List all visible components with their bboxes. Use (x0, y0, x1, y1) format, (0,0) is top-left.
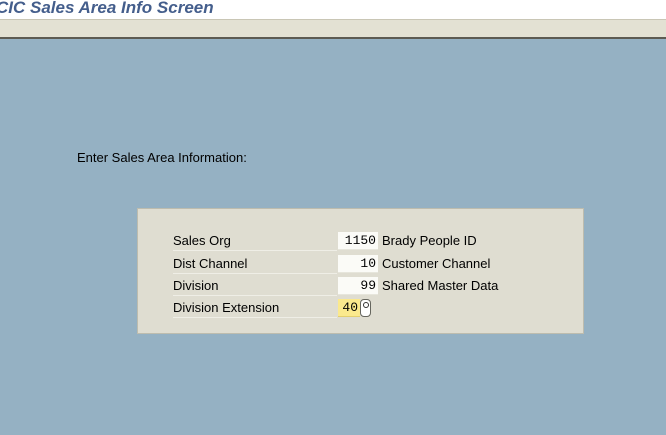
division-extension-label: Division Extension (173, 298, 337, 318)
division-extension-row: Division Extension 40 (138, 298, 583, 318)
dist-channel-description: Customer Channel (382, 256, 491, 271)
sales-area-panel: Sales Org 1150 Brady People ID Dist Chan… (137, 208, 584, 334)
dist-channel-row: Dist Channel 10 Customer Channel (138, 254, 583, 274)
title-bar: CIC Sales Area Info Screen (0, 0, 666, 19)
dist-channel-field[interactable]: 10 (338, 255, 378, 273)
application-toolbar (0, 19, 666, 39)
instruction-text: Enter Sales Area Information: (77, 150, 247, 165)
sales-org-label: Sales Org (173, 231, 337, 251)
division-field[interactable]: 99 (338, 277, 378, 295)
value-help-icon[interactable] (360, 299, 371, 317)
value-help-glyph-icon (363, 302, 369, 308)
sales-org-description: Brady People ID (382, 233, 477, 248)
division-row: Division 99 Shared Master Data (138, 276, 583, 296)
division-extension-field[interactable]: 40 (338, 299, 360, 317)
window-title: CIC Sales Area Info Screen (0, 0, 214, 17)
division-label: Division (173, 276, 337, 296)
sales-org-row: Sales Org 1150 Brady People ID (138, 231, 583, 251)
sales-org-field[interactable]: 1150 (338, 232, 378, 250)
division-description: Shared Master Data (382, 278, 499, 293)
dist-channel-label: Dist Channel (173, 254, 337, 274)
